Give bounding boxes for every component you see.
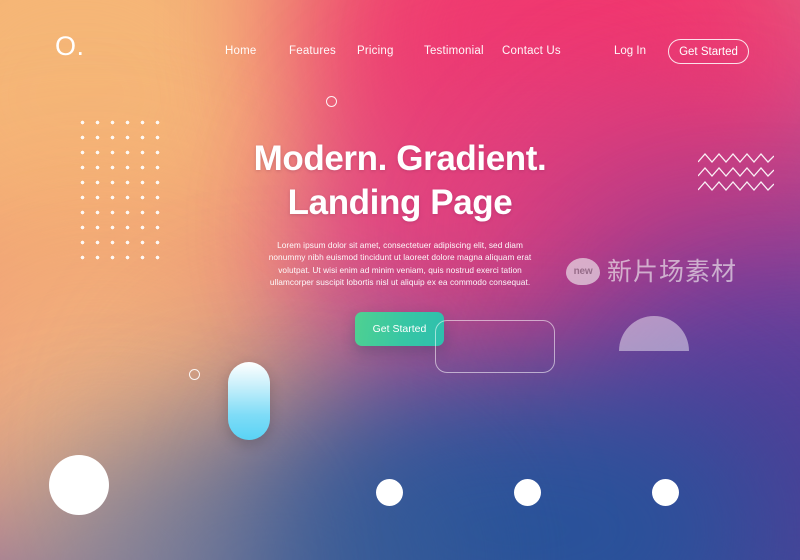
navbar-get-started-button[interactable]: Get Started — [668, 39, 749, 64]
hero-secondary-outline-button[interactable] — [435, 320, 555, 373]
nav-item-testimonial[interactable]: Testimonial — [424, 45, 502, 57]
login-link[interactable]: Log In — [614, 45, 646, 57]
watermark-badge-label: new — [573, 266, 593, 277]
hero-get-started-button[interactable]: Get Started — [355, 312, 444, 346]
watermark-new-badge-icon: new — [566, 258, 600, 285]
navbar: O. Home Features Pricing Testimonial Con… — [0, 0, 800, 100]
watermark-text: 新片场素材 — [607, 257, 738, 286]
capsule-decoration — [228, 362, 270, 440]
watermark: new 新片场素材 — [566, 258, 737, 285]
circle-decoration-small-2 — [514, 479, 541, 506]
nav-item-features[interactable]: Features — [289, 45, 357, 57]
nav-item-home[interactable]: Home — [225, 45, 289, 57]
nav-item-contact-us[interactable]: Contact Us — [502, 45, 580, 57]
nav-item-pricing[interactable]: Pricing — [357, 45, 424, 57]
ring-circle-icon-left — [189, 369, 200, 380]
headline-line-2: Landing Page — [287, 183, 513, 222]
logo[interactable]: O. — [55, 33, 85, 60]
circle-decoration-small-3 — [652, 479, 679, 506]
circle-decoration-small-1 — [376, 479, 403, 506]
headline-line-1: Modern. Gradient. — [253, 139, 547, 178]
landing-page-screenshot: O. Home Features Pricing Testimonial Con… — [0, 0, 800, 560]
nav-links: Home Features Pricing Testimonial Contac… — [225, 45, 580, 57]
circle-decoration-large — [49, 455, 109, 515]
hero-paragraph: Lorem ipsum dolor sit amet, consectetuer… — [268, 240, 532, 288]
page-title: Modern. Gradient. Landing Page — [0, 137, 800, 225]
